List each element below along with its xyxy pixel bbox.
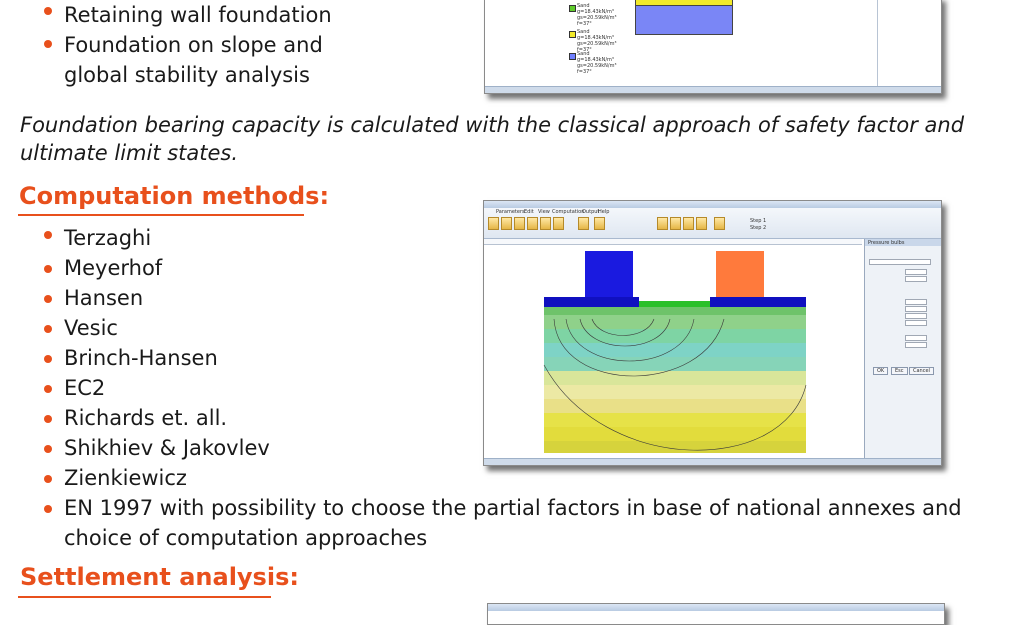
ribbon-tab[interactable]: Help [598,209,609,215]
bullet-dot [44,325,52,333]
panel-button[interactable]: Cancel [909,367,934,375]
panel-button[interactable]: Esc [891,367,908,375]
panel-button[interactable]: OK [873,367,889,375]
status-bar [484,458,941,465]
method-item: Shikhiev & Jakovlev [64,436,270,460]
bullet-dot [44,355,52,363]
ribbon-button[interactable] [540,217,551,230]
ribbon-tab[interactable]: Computation [552,209,584,215]
pressure-bulb-drawing [484,245,862,457]
ribbon-button[interactable] [527,217,538,230]
heading-underline [18,596,271,598]
settlement-analysis-heading: Settlement analysis: [20,563,299,591]
ribbon-button[interactable] [578,217,589,230]
panel-field[interactable] [905,306,927,312]
method-item: Vesic [64,316,118,340]
ribbon-button[interactable] [594,217,605,230]
panel-field[interactable] [905,276,927,282]
panel-field[interactable] [905,335,927,341]
computation-methods-heading: Computation methods: [19,182,330,210]
method-item-en1997-continued: choice of computation approaches [64,526,428,550]
method-item: Zienkiewicz [64,466,187,490]
method-item: Terzaghi [64,226,152,250]
bullet-dot [44,505,52,513]
properties-panel: Pressure bulbs OK Esc Cancel [864,239,941,459]
bullet-text: Retaining wall foundation [64,3,332,27]
method-item: Hansen [64,286,144,310]
bullet-dot [44,415,52,423]
method-item-en1997: EN 1997 with possibility to choose the p… [64,496,962,520]
bullet-dot [44,265,52,273]
bullet-dot [44,231,52,239]
ribbon-toolbar: Parameters Edit View Computation Output … [484,208,941,239]
bullet-text-continued: global stability analysis [64,63,310,87]
ribbon-button[interactable] [670,217,681,230]
panel-field[interactable] [905,313,927,319]
ribbon-button[interactable] [696,217,707,230]
method-item: Richards et. all. [64,406,228,430]
soil-layer-blue [635,5,733,35]
legend-swatch [569,5,576,12]
ribbon-tab[interactable]: Output [582,209,599,215]
legend-param: f=37° [577,69,592,75]
panel-title: Pressure bulbs [868,240,905,246]
ribbon-button[interactable] [714,217,725,230]
bullet-dot [44,295,52,303]
panel-field[interactable] [869,259,931,265]
bottom-screenshot [487,603,945,625]
method-item: EC2 [64,376,106,400]
bullet-dot [44,445,52,453]
window-titlebar [484,201,941,208]
top-screenshot: Sand g=18.43kN/m³ gs=20.59kN/m³ f=37° Sa… [484,0,942,94]
method-item: Brinch-Hansen [64,346,218,370]
bullet-dot [44,475,52,483]
bullet-dot [44,385,52,393]
ribbon-tab[interactable]: Edit [524,209,534,215]
step-label[interactable]: Step 1 [750,218,766,224]
panel-field[interactable] [905,342,927,348]
panel-field[interactable] [905,299,927,305]
main-screenshot: Parameters Edit View Computation Output … [483,200,942,466]
step-label[interactable]: Step 2 [750,225,766,231]
bullet-dot [44,7,52,15]
heading-underline [18,214,304,216]
ribbon-tab[interactable]: Parameters [496,209,525,215]
intro-paragraph-line1: Foundation bearing capacity is calculate… [20,113,965,137]
method-item: Meyerhof [64,256,163,280]
legend-param: f=37° [577,21,592,27]
status-bar [485,86,941,93]
legend-swatch [569,31,576,38]
ribbon-button[interactable] [657,217,668,230]
bullet-text: Foundation on slope and [64,33,323,57]
legend-swatch [569,53,576,60]
ribbon-button[interactable] [501,217,512,230]
bullet-dot [44,40,52,48]
intro-paragraph-line2: ultimate limit states. [20,141,239,165]
panel-field[interactable] [905,269,927,275]
panel-field[interactable] [905,320,927,326]
ribbon-button[interactable] [514,217,525,230]
ribbon-button[interactable] [553,217,564,230]
ribbon-button[interactable] [488,217,499,230]
ribbon-tab[interactable]: View [538,209,550,215]
vertical-divider [877,0,878,87]
ribbon-button[interactable] [683,217,694,230]
